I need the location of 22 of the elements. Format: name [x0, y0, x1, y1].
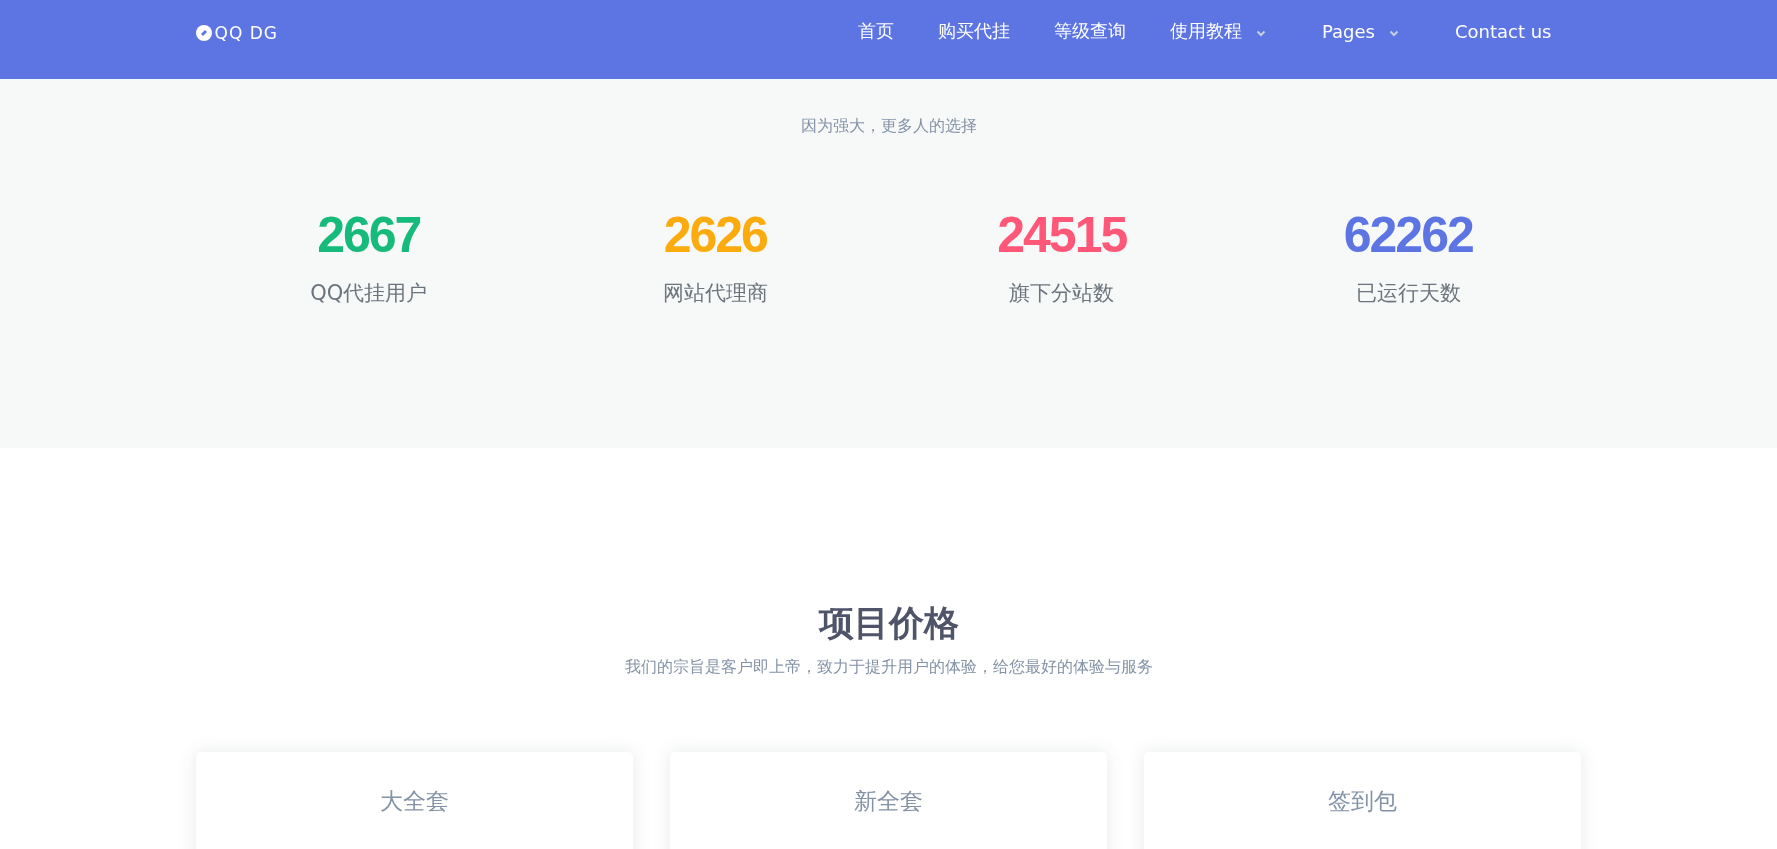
plan-name: 大全套 [378, 787, 450, 816]
section-subtitle: 因为强大，更多人的选择 [799, 115, 978, 137]
nav-link[interactable]: Contact us [1454, 20, 1552, 42]
stat-value: 62262 [1342, 207, 1474, 263]
stat-label: 已运行天数 [1354, 280, 1462, 307]
stat-label: 网站代理商 [661, 280, 769, 307]
nav-link[interactable]: Pages [1322, 20, 1411, 42]
plan-name: 签到包 [1327, 787, 1399, 816]
stat-value: 24515 [996, 207, 1128, 263]
stat-value: 2667 [316, 207, 422, 263]
plan-name: 新全套 [853, 787, 924, 816]
stat-value: 2626 [662, 207, 768, 263]
stat-label: QQ代挂用户 [309, 280, 429, 307]
section-title: 项目价格 [817, 602, 960, 645]
stat-label: 旗下分站数 [1008, 280, 1116, 307]
nav-link[interactable]: 使用教程 [1170, 19, 1278, 43]
logo-link[interactable]: QQ DG [195, 22, 278, 43]
logo-icon [195, 24, 212, 41]
section-subtitle: 我们的宗旨是客户即上帝，致力于提升用户的体验，给您最好的体验与服务 [623, 656, 1154, 678]
nav-link[interactable]: 首页 [858, 19, 894, 43]
nav-link[interactable]: 等级查询 [1054, 19, 1126, 43]
nav-link[interactable]: 购买代挂 [938, 19, 1010, 43]
